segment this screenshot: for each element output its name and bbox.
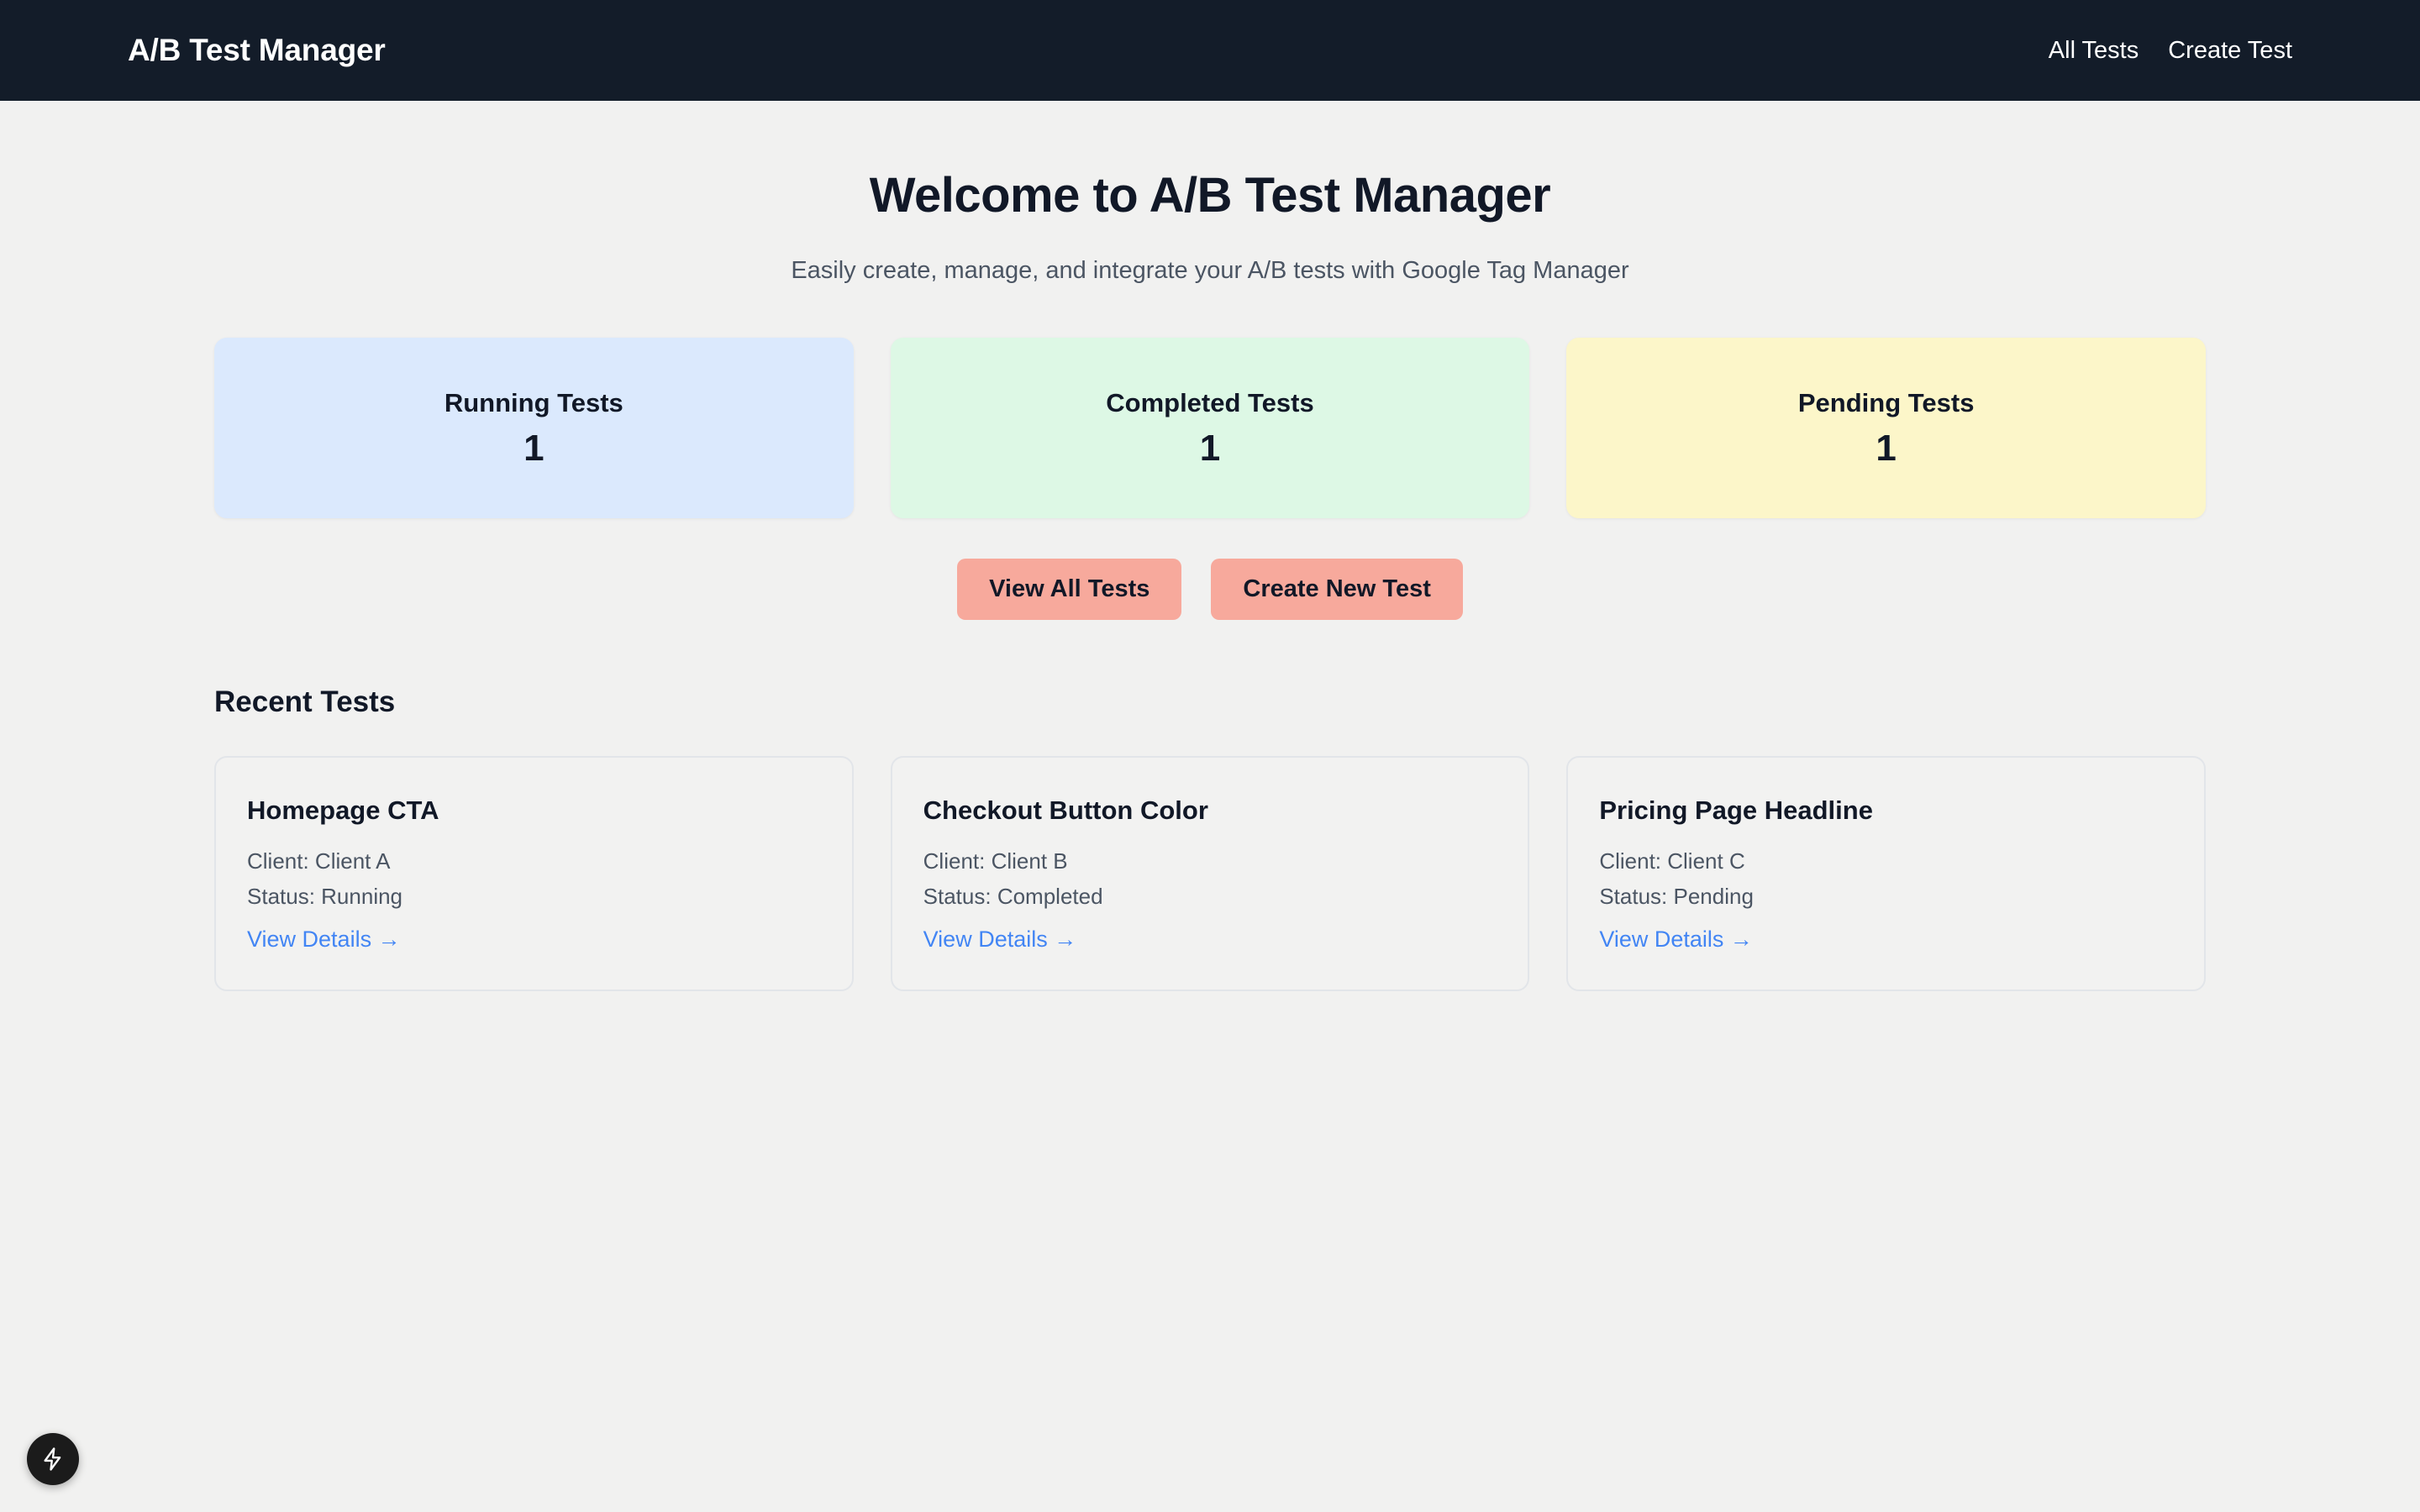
- create-new-test-button[interactable]: Create New Test: [1211, 559, 1463, 621]
- stat-card-running-tests: Running Tests 1: [214, 338, 854, 519]
- test-client: Client: Client C: [1599, 848, 1745, 874]
- hero-section: Welcome to A/B Test Manager Easily creat…: [214, 101, 2206, 286]
- primary-actions: View All Tests Create New Test: [214, 559, 2206, 621]
- stat-card-pending-tests: Pending Tests 1: [1566, 338, 2206, 519]
- main-content: Welcome to A/B Test Manager Easily creat…: [0, 101, 2420, 992]
- page-title: Welcome to A/B Test Manager: [869, 168, 1551, 223]
- lightning-bolt-icon: [40, 1446, 66, 1472]
- nav-link-all-tests[interactable]: All Tests: [2049, 37, 2139, 65]
- nav-link-create-test[interactable]: Create Test: [2168, 37, 2292, 65]
- app-header: A/B Test Manager All Tests Create Test: [0, 0, 2420, 101]
- test-client: Client: Client A: [247, 848, 391, 874]
- test-card[interactable]: Pricing Page Headline Client: Client C S…: [1566, 756, 2206, 992]
- test-name: Pricing Page Headline: [1599, 795, 1873, 826]
- view-details-link[interactable]: View Details →: [247, 927, 401, 953]
- stat-label: Completed Tests: [1106, 388, 1314, 418]
- test-card[interactable]: Homepage CTA Client: Client A Status: Ru…: [214, 756, 854, 992]
- app-title: A/B Test Manager: [128, 33, 386, 67]
- test-card[interactable]: Checkout Button Color Client: Client B S…: [890, 756, 1530, 992]
- stat-label: Pending Tests: [1797, 388, 1975, 418]
- view-details-link[interactable]: View Details →: [1599, 927, 1753, 953]
- recent-tests-list: Homepage CTA Client: Client A Status: Ru…: [214, 756, 2206, 992]
- view-all-tests-button[interactable]: View All Tests: [957, 559, 1182, 621]
- test-name: Homepage CTA: [247, 795, 439, 826]
- test-status: Status: Completed: [923, 884, 1103, 910]
- test-status: Status: Running: [247, 884, 403, 910]
- stat-card-completed-tests: Completed Tests 1: [890, 338, 1530, 519]
- stat-label: Running Tests: [444, 388, 623, 418]
- lightning-fab-button[interactable]: [27, 1433, 79, 1485]
- stat-value: 1: [523, 428, 544, 470]
- stat-value: 1: [1876, 428, 1897, 470]
- view-details-link[interactable]: View Details →: [923, 927, 1077, 953]
- stat-value: 1: [1199, 428, 1221, 470]
- page-subtitle: Easily create, manage, and integrate you…: [791, 256, 1629, 284]
- stats-summary: Running Tests 1 Completed Tests 1 Pendin…: [214, 338, 2206, 519]
- test-status: Status: Pending: [1599, 884, 1754, 910]
- recent-tests-heading: Recent Tests: [214, 685, 396, 719]
- test-name: Checkout Button Color: [923, 795, 1208, 826]
- test-client: Client: Client B: [923, 848, 1068, 874]
- main-nav: All Tests Create Test: [2049, 37, 2292, 65]
